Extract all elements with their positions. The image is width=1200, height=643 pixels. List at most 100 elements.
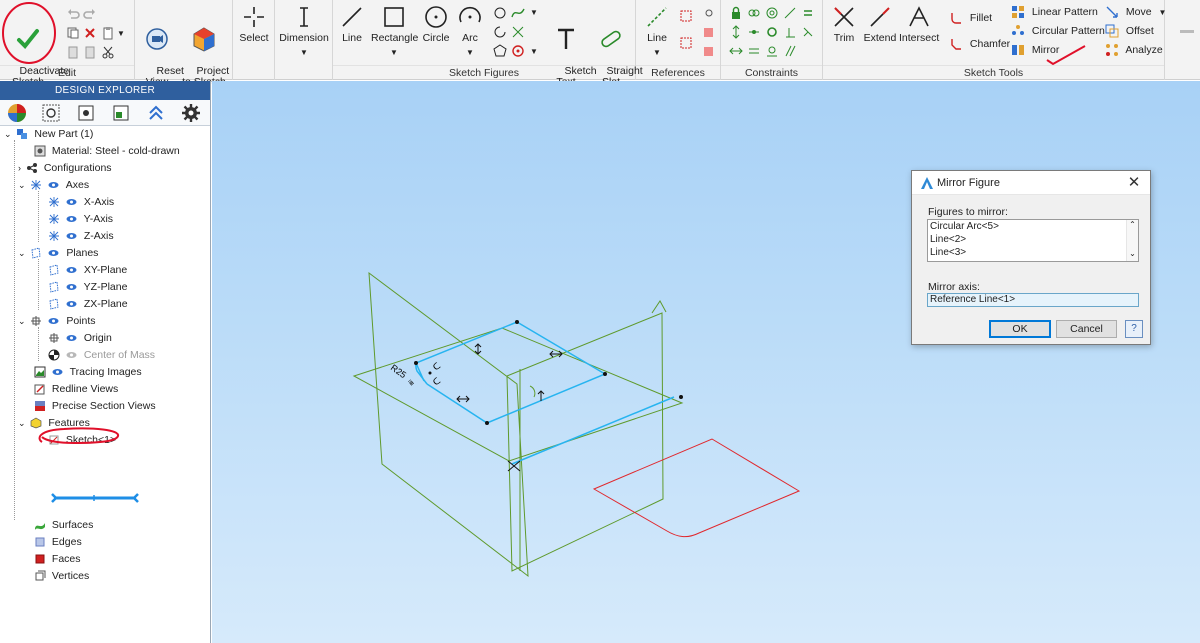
lock-constraint-icon[interactable] [729,6,743,20]
linear-pattern-button[interactable]: Linear Pattern [1011,4,1098,20]
gear-icon[interactable] [181,103,201,123]
copy-icon[interactable] [66,26,80,40]
3d-viewport[interactable]: ᑕ ᑕ ⅲ R25 [212,81,1200,643]
analyze-button[interactable]: Analyze [1105,42,1163,58]
tree-root[interactable]: ⌄ New Part (1) [4,126,93,142]
eye-icon[interactable] [66,283,77,291]
tree-item-yz-plane[interactable]: YZ-Plane [48,279,127,295]
on-curve-icon[interactable] [765,44,779,58]
spline-dropdown-icon[interactable]: ▼ [530,8,538,17]
eye-icon[interactable] [66,334,77,342]
partial-ellipse-icon[interactable] [493,25,507,39]
eye-icon[interactable] [66,266,77,274]
polygon-icon[interactable] [493,44,507,58]
undo-icon[interactable] [66,7,80,21]
tree-item-points[interactable]: ⌄ Points [18,313,96,329]
ref-lock-icon[interactable] [702,44,716,58]
paste-dropdown-icon[interactable]: ▼ [117,29,125,38]
settings-tab-icon[interactable] [76,103,96,123]
concentric-icon[interactable] [765,6,779,20]
collinear-icon[interactable] [747,44,761,58]
scroll-up-icon[interactable]: ⌃ [1127,220,1138,230]
paste-special-icon[interactable] [83,45,97,59]
point-icon[interactable] [511,44,525,58]
chevron-down-icon[interactable]: ⌄ [18,180,26,190]
point-dropdown-icon[interactable]: ▼ [530,47,538,56]
fillet-button[interactable]: Fillet [949,10,992,26]
ref-constraint-icon[interactable] [679,9,693,23]
ref-plane-icon[interactable] [702,25,716,39]
listbox-scrollbar[interactable]: ⌃ ⌄ [1126,220,1138,261]
dialog-titlebar[interactable]: Mirror Figure ✕ [912,171,1150,195]
vertical-icon[interactable] [729,25,743,39]
mirror-axis-field[interactable]: Reference Line<1> [927,293,1139,307]
tree-item-material[interactable]: Material: Steel - cold-drawn [34,143,180,159]
ok-button[interactable]: OK [989,320,1051,338]
tree-item-precise-section-views[interactable]: Precise Section Views [34,398,156,414]
paste-icon[interactable] [101,26,115,40]
eye-icon[interactable] [66,215,77,223]
collapse-up-icon[interactable] [146,103,166,123]
tangent-icon[interactable] [783,6,797,20]
reference-line-dropdown-icon[interactable]: ▼ [640,47,674,58]
clipboard-icon[interactable] [66,45,80,59]
tree-item-faces[interactable]: Faces [34,551,81,567]
reference-line-button[interactable]: Line ▼ [640,4,674,58]
eye-icon[interactable] [66,198,77,206]
eye-icon[interactable] [66,300,77,308]
midpoint-icon[interactable] [747,25,761,39]
dimension-dropdown-icon[interactable]: ▼ [279,47,329,58]
equal-icon[interactable] [801,6,815,20]
coincident-icon[interactable] [747,6,761,20]
cut-icon[interactable] [101,45,115,59]
redo-icon[interactable] [83,7,97,21]
ellipse-icon[interactable] [493,6,507,20]
tree-item-surfaces[interactable]: Surfaces [34,517,93,533]
move-button[interactable]: Move ▼ [1105,4,1166,20]
chevron-down-icon[interactable]: ⌄ [18,248,26,258]
delete-icon[interactable] [83,26,97,40]
arc-dropdown-icon[interactable]: ▼ [455,47,485,58]
extend-button[interactable]: Extend [863,4,897,44]
scroll-down-icon[interactable]: ⌄ [1127,249,1138,259]
symmetric-icon[interactable] [801,25,815,39]
help-button[interactable]: ? [1125,320,1143,338]
parallel-icon[interactable] [783,44,797,58]
ref-point-icon[interactable] [679,36,693,50]
chevron-down-icon[interactable]: ⌄ [18,418,26,428]
concentric2-icon[interactable] [765,25,779,39]
cancel-button[interactable]: Cancel [1056,320,1117,338]
line-button[interactable]: Line [337,4,367,44]
tree-item-configurations[interactable]: › Configurations [18,160,112,176]
tree-item-axes[interactable]: ⌄ Axes [18,177,89,193]
tree-item-edges[interactable]: Edges [34,534,82,550]
tree-item-tracing-images[interactable]: Tracing Images [34,364,142,380]
rectangle-button[interactable]: Rectangle ▼ [371,4,418,58]
eye-icon[interactable] [52,368,63,376]
tree-item-redline-views[interactable]: Redline Views [34,381,118,397]
conic-icon[interactable] [511,25,525,39]
eye-icon[interactable] [66,232,77,240]
tree-item-z-axis[interactable]: Z-Axis [48,228,114,244]
circle-button[interactable]: Circle [421,4,451,44]
offset-button[interactable]: Offset [1105,23,1154,39]
tree-item-planes[interactable]: ⌄ Planes [18,245,98,261]
chevron-right-icon[interactable]: › [18,163,21,173]
rectangle-dropdown-icon[interactable]: ▼ [371,47,417,58]
tree-item-y-axis[interactable]: Y-Axis [48,211,113,227]
eye-hidden-icon[interactable] [66,351,77,359]
arc-button[interactable]: Arc ▼ [455,4,485,58]
tree-item-zx-plane[interactable]: ZX-Plane [48,296,128,312]
image-tab-icon[interactable] [111,103,131,123]
horizontal-icon[interactable] [729,44,743,58]
eye-icon[interactable] [48,317,59,325]
chevron-down-icon[interactable]: ⌄ [18,316,26,326]
dimension-button[interactable]: Dimension ▼ [279,4,329,58]
ribbon-collapse-icon[interactable] [1180,30,1194,33]
intersect-button[interactable]: Intersect [899,4,939,44]
perpendicular-icon[interactable] [783,25,797,39]
close-icon[interactable]: ✕ [1124,173,1144,193]
move-dropdown-icon[interactable]: ▼ [1159,8,1167,17]
list-item[interactable]: Line<2> [928,233,1138,246]
ref-axis-icon[interactable] [702,6,716,20]
